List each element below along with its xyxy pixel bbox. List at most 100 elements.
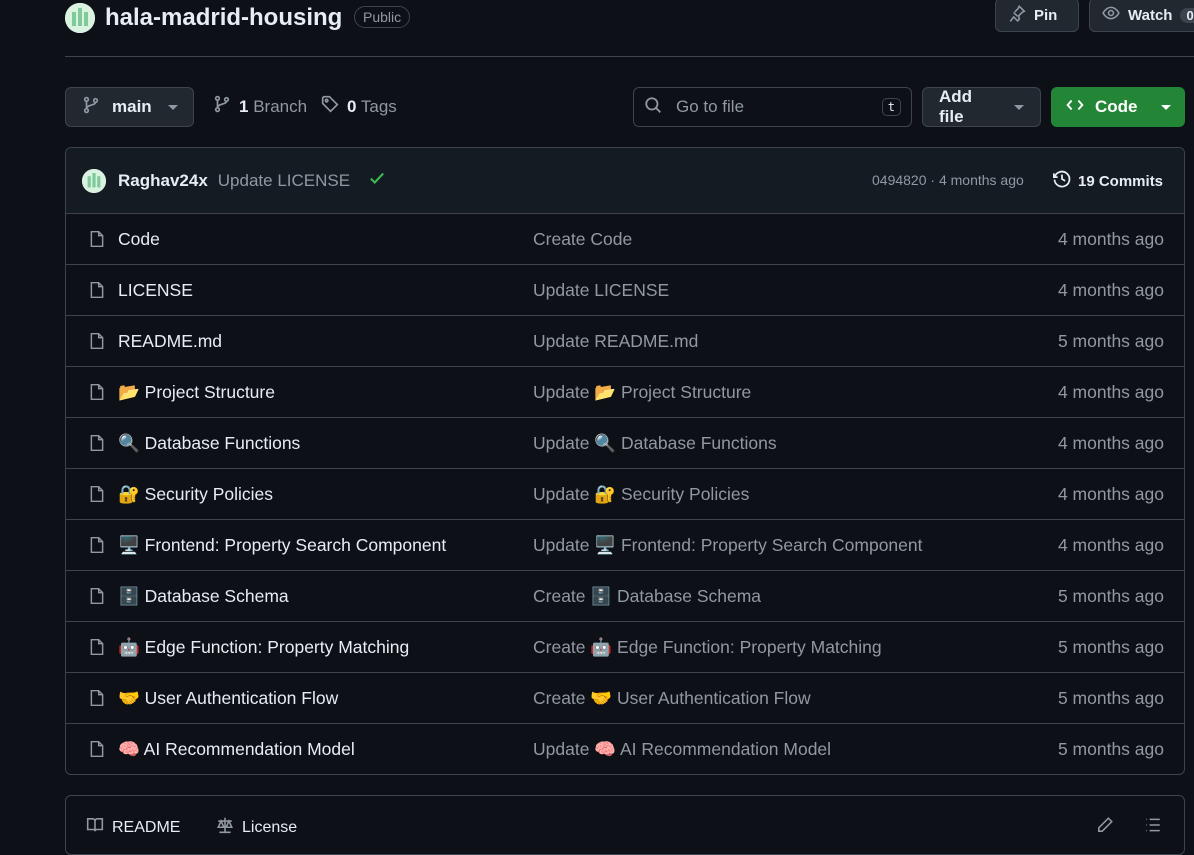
file-commit-time: 4 months ago: [1057, 229, 1164, 249]
list-icon[interactable]: [1144, 816, 1162, 839]
branch-name: main: [112, 97, 152, 116]
file-commit-message[interactable]: Update 🔍 Database Functions: [533, 433, 777, 454]
git-branch-icon: [82, 96, 100, 119]
file-name[interactable]: 🗄️ Database Schema: [118, 586, 289, 607]
file-name[interactable]: 🤝 User Authentication Flow: [118, 688, 338, 709]
table-row: 🖥️ Frontend: Property Search Component Up…: [66, 520, 1184, 571]
table-row: 🤖 Edge Function: Property Matching Create…: [66, 622, 1184, 673]
file-icon: [88, 739, 106, 764]
visibility-badge: Public: [354, 6, 411, 28]
file-commit-message[interactable]: Update README.md: [533, 331, 698, 352]
file-commit-message[interactable]: Update LICENSE: [533, 280, 669, 301]
table-row: README.md Update README.md 5 months ago: [66, 316, 1184, 367]
file-commit-time: 4 months ago: [1057, 484, 1164, 504]
add-file-label: Add file: [939, 87, 973, 126]
file-commit-time: 5 months ago: [1057, 688, 1164, 708]
file-commit-message[interactable]: Update 📂 Project Structure: [533, 382, 751, 403]
pin-label: Pin: [1034, 6, 1058, 24]
file-icon: [88, 484, 106, 509]
branches-count: 1: [239, 96, 249, 116]
file-icon: [88, 637, 106, 662]
file-name[interactable]: Code: [118, 229, 160, 250]
watch-count: 0: [1180, 7, 1194, 23]
file-commit-time: 5 months ago: [1057, 637, 1164, 657]
chevron-down-icon: [1014, 104, 1024, 110]
file-commit-message[interactable]: Update 🖥️ Frontend: Property Search Comp…: [533, 535, 923, 556]
file-icon: [88, 433, 106, 458]
watch-button[interactable]: Watch 0: [1089, 0, 1194, 32]
repo-avatar: [65, 3, 95, 33]
tab-readme[interactable]: README: [86, 816, 180, 839]
history-icon: [1052, 169, 1072, 193]
file-name[interactable]: 🔍 Database Functions: [118, 433, 300, 454]
law-icon: [216, 816, 234, 839]
file-commit-message[interactable]: Create Code: [533, 229, 632, 250]
table-row: Code Create Code 4 months ago: [66, 214, 1184, 265]
commit-author[interactable]: Raghav24x: [118, 171, 208, 191]
watch-label: Watch: [1128, 6, 1173, 24]
file-name[interactable]: README.md: [118, 331, 222, 352]
tab-license-label: License: [242, 818, 298, 836]
file-commit-message[interactable]: Create 🗄️ Database Schema: [533, 586, 761, 607]
tab-readme-label: README: [112, 818, 181, 836]
code-label: Code: [1095, 97, 1138, 116]
file-commit-message[interactable]: Update 🧠 AI Recommendation Model: [533, 739, 831, 760]
avatar[interactable]: [82, 168, 106, 193]
file-icon: [88, 535, 106, 560]
file-icon: [88, 229, 106, 254]
file-commit-message[interactable]: Create 🤖 Edge Function: Property Matchin…: [533, 637, 882, 658]
file-name[interactable]: 🤖 Edge Function: Property Matching: [118, 637, 409, 658]
file-name[interactable]: LICENSE: [118, 280, 193, 301]
chevron-down-icon: [1161, 104, 1171, 110]
table-row: 📂 Project Structure Update 📂 Project Stru…: [66, 367, 1184, 418]
tab-license[interactable]: License: [216, 816, 297, 839]
file-icon: [88, 382, 106, 407]
readme-panel: README License: [65, 795, 1185, 855]
table-row: 🤝 User Authentication Flow Create 🤝 User …: [66, 673, 1184, 724]
pencil-icon[interactable]: [1096, 816, 1114, 839]
commits-link[interactable]: 19 Commits: [1052, 169, 1163, 193]
file-commit-message[interactable]: Update 🔐 Security Policies: [533, 484, 749, 505]
code-button[interactable]: Code: [1051, 87, 1185, 127]
file-name[interactable]: 🖥️ Frontend: Property Search Component: [118, 535, 446, 556]
file-commit-message[interactable]: Create 🤝 User Authentication Flow: [533, 688, 811, 709]
commit-hash-time[interactable]: 0494820 · 4 months ago: [872, 172, 1024, 188]
header-divider: [65, 56, 1194, 57]
file-commit-time: 4 months ago: [1057, 535, 1164, 555]
add-file-button[interactable]: Add file: [922, 87, 1041, 127]
file-table: Raghav24x Update LICENSE 0494820 · 4 mon…: [65, 147, 1185, 775]
table-row: 🔐 Security Policies Update 🔐 Security Pol…: [66, 469, 1184, 520]
file-list: Code Create Code 4 months ago LICENSE Update…: [66, 214, 1184, 774]
pin-button[interactable]: Pin: [995, 0, 1079, 32]
code-icon: [1065, 96, 1085, 119]
file-name[interactable]: 📂 Project Structure: [118, 382, 275, 403]
branch-selector[interactable]: main: [65, 87, 194, 127]
check-icon[interactable]: [368, 169, 386, 192]
git-branch-icon: [213, 95, 231, 118]
go-to-file-input[interactable]: [674, 96, 868, 118]
latest-commit-bar: Raghav24x Update LICENSE 0494820 · 4 mon…: [66, 148, 1184, 214]
repo-name[interactable]: hala-madrid-housing: [105, 2, 342, 34]
file-commit-time: 5 months ago: [1057, 586, 1164, 606]
pin-icon: [1008, 4, 1026, 26]
tags-label: Tags: [360, 96, 397, 116]
branches-link[interactable]: 1 Branch: [213, 95, 307, 118]
tags-link[interactable]: 0 Tags: [321, 95, 397, 118]
file-icon: [88, 331, 106, 356]
table-row: 🧠 AI Recommendation Model Update 🧠 AI Rec…: [66, 724, 1184, 774]
branches-label: Branch: [253, 96, 308, 116]
file-commit-time: 4 months ago: [1057, 280, 1164, 300]
file-name[interactable]: 🔐 Security Policies: [118, 484, 273, 505]
file-name[interactable]: 🧠 AI Recommendation Model: [118, 739, 355, 760]
file-commit-time: 4 months ago: [1057, 382, 1164, 402]
table-row: LICENSE Update LICENSE 4 months ago: [66, 265, 1184, 316]
search-icon: [644, 96, 662, 119]
go-to-file-field[interactable]: t: [633, 87, 912, 127]
book-icon: [86, 816, 104, 839]
chevron-down-icon: [167, 104, 178, 110]
commit-message[interactable]: Update LICENSE: [218, 171, 350, 191]
file-icon: [88, 688, 106, 713]
table-row: 🔍 Database Functions Update 🔍 Database Fu…: [66, 418, 1184, 469]
file-commit-time: 5 months ago: [1057, 331, 1164, 351]
file-icon: [88, 280, 106, 305]
